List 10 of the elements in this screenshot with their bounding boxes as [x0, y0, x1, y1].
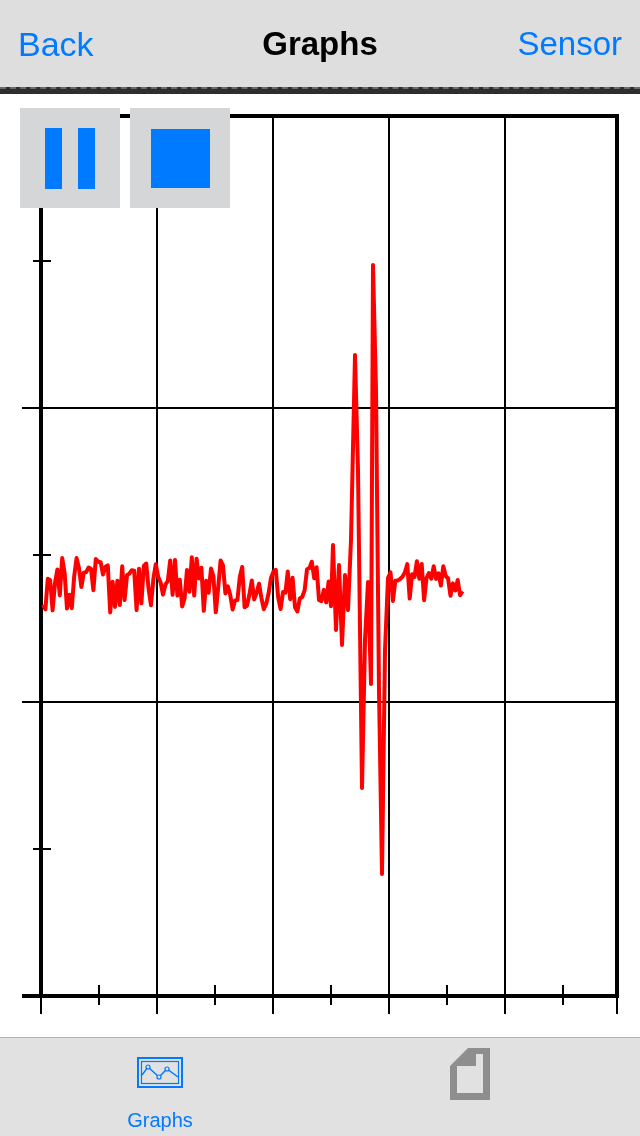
tab[interactable]: Graphs	[127, 1038, 193, 1136]
line-graph-icon	[137, 1057, 183, 1088]
sensor-button[interactable]: Sensor	[517, 27, 622, 60]
back-button[interactable]: Back	[18, 26, 94, 61]
screen-title: Graphs	[262, 27, 378, 60]
stop-icon	[150, 128, 210, 188]
pause-icon	[45, 127, 95, 189]
stop-button[interactable]	[130, 108, 230, 208]
document-icon	[450, 1048, 490, 1100]
pause-button[interactable]	[20, 108, 120, 208]
